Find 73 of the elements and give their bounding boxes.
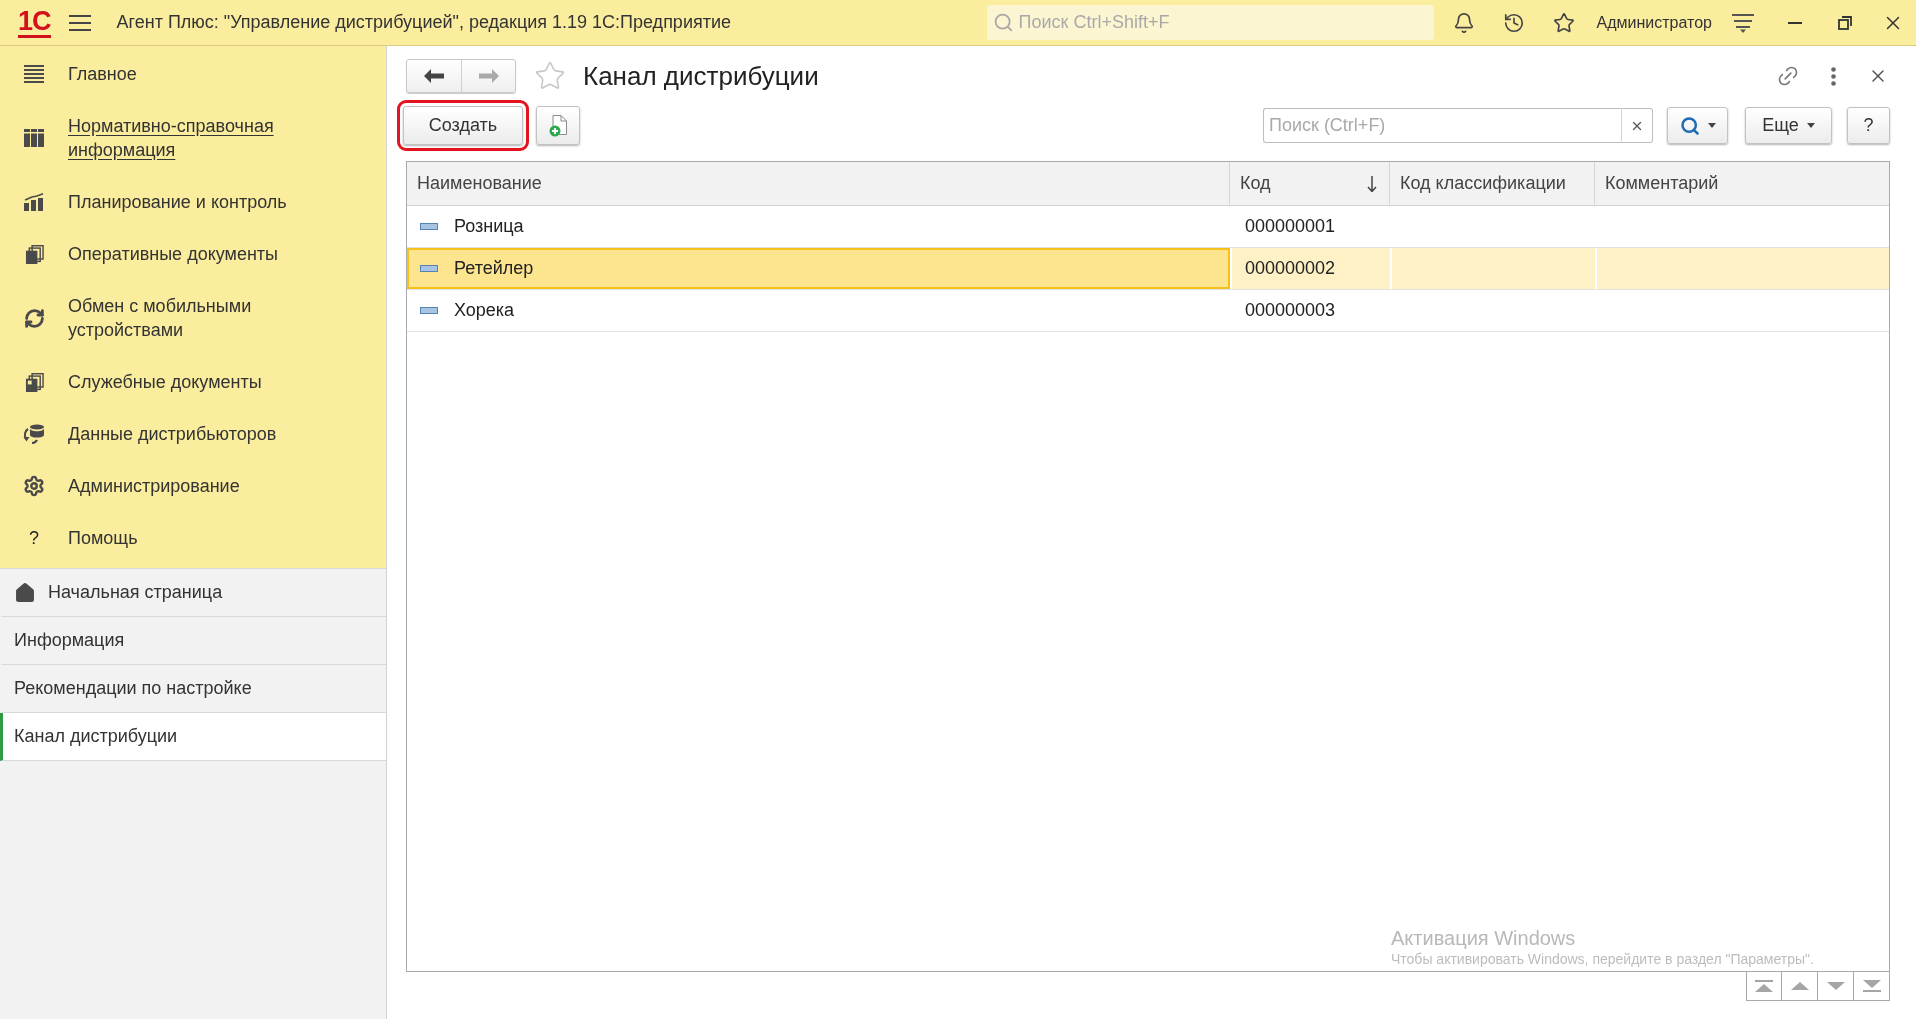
more-button[interactable]: Еще bbox=[1745, 107, 1832, 144]
arrow-right-icon bbox=[478, 69, 499, 83]
columns-icon bbox=[24, 129, 44, 147]
star-icon bbox=[1552, 11, 1575, 34]
section-link[interactable]: Главное bbox=[68, 62, 137, 86]
channel-name: Розница bbox=[454, 215, 524, 238]
section-link[interactable]: Нормативно-справочная информация bbox=[68, 114, 358, 162]
scroll-down-button[interactable] bbox=[1818, 971, 1854, 1001]
table-row[interactable]: Ретейлер 000000002 bbox=[407, 248, 1889, 290]
sort-arrow-icon bbox=[1367, 175, 1377, 192]
channel-name: Хорека bbox=[454, 299, 515, 322]
section-link[interactable]: Оперативные документы bbox=[68, 242, 279, 266]
window-title: Агент Плюс: "Управление дистрибуцией", редакция 1.19 1С:Предприятие bbox=[116, 11, 731, 34]
channel-code: 000000003 bbox=[1245, 299, 1336, 322]
section-link[interactable]: Данные дистрибьюторов bbox=[68, 422, 277, 446]
bell-icon bbox=[1452, 11, 1475, 34]
caret-icon bbox=[1707, 123, 1716, 128]
menu-icon bbox=[68, 14, 91, 31]
column-header[interactable]: Код bbox=[1230, 162, 1390, 205]
minimize-icon bbox=[1788, 21, 1802, 24]
sync-icon bbox=[23, 307, 45, 329]
home-icon bbox=[14, 581, 36, 604]
add-copy-button[interactable] bbox=[536, 106, 580, 145]
documents-icon bbox=[24, 244, 44, 264]
scroll-down-icon bbox=[1826, 980, 1845, 992]
section-link[interactable]: Обмен с мобильными устройствами bbox=[68, 294, 358, 342]
star-icon[interactable] bbox=[534, 60, 566, 92]
create-button[interactable]: Создать bbox=[403, 106, 523, 145]
link-button[interactable] bbox=[1776, 64, 1800, 88]
search-field[interactable]: Поиск (Ctrl+F) bbox=[1263, 108, 1621, 143]
activation-title: Активация Windows bbox=[1391, 926, 1577, 950]
restore-icon bbox=[1838, 15, 1852, 30]
more-vertical-icon bbox=[1830, 66, 1836, 86]
section-link[interactable]: Помощь bbox=[68, 526, 138, 550]
column-header[interactable]: Комментарий bbox=[1595, 162, 1889, 205]
add-document-icon bbox=[549, 114, 567, 137]
settings-icon bbox=[23, 475, 45, 497]
app-logo: 1С bbox=[18, 7, 51, 38]
caret-icon bbox=[1806, 123, 1815, 128]
help-button[interactable]: ? bbox=[1847, 107, 1890, 144]
bar-chart-icon bbox=[24, 193, 44, 211]
list-icon bbox=[24, 65, 44, 83]
user-name[interactable]: Администратор bbox=[1596, 10, 1712, 35]
open-window-tab[interactable]: Канал дистрибуции bbox=[0, 713, 386, 761]
section-link[interactable]: Администрирование bbox=[68, 474, 240, 498]
global-search-field[interactable]: Поиск Ctrl+Shift+F bbox=[986, 5, 1434, 40]
scroll-first-button[interactable] bbox=[1746, 971, 1782, 1001]
scroll-up-icon bbox=[1790, 980, 1809, 992]
help-glyph: ? bbox=[29, 527, 39, 550]
documents-icon bbox=[24, 372, 44, 392]
form-title: Канал дистрибуции bbox=[583, 61, 819, 91]
list-item-icon bbox=[420, 265, 438, 272]
arrow-left-icon bbox=[424, 69, 444, 83]
column-header[interactable]: Код классификации bbox=[1390, 162, 1595, 205]
channel-name: Ретейлер bbox=[454, 257, 534, 280]
search-options-button[interactable] bbox=[1667, 107, 1728, 144]
history-icon bbox=[1502, 11, 1525, 34]
section-link[interactable]: Планирование и контроль bbox=[68, 190, 287, 214]
column-header[interactable]: Наименование bbox=[407, 162, 1230, 205]
search-icon bbox=[992, 12, 1014, 33]
lines-dropdown-icon bbox=[1732, 12, 1754, 33]
channel-code: 000000002 bbox=[1245, 257, 1336, 280]
scroll-last-button[interactable] bbox=[1854, 971, 1890, 1001]
database-sync-icon bbox=[23, 424, 45, 444]
channel-code: 000000001 bbox=[1245, 215, 1336, 238]
list-item-icon bbox=[420, 223, 438, 230]
scroll-first-icon bbox=[1755, 980, 1773, 992]
scroll-last-icon bbox=[1862, 980, 1881, 992]
activation-notice: Чтобы активировать Windows, перейдите в раздел "Параметры". bbox=[1391, 950, 1814, 968]
section-link[interactable]: Служебные документы bbox=[68, 370, 262, 394]
search-icon bbox=[1679, 115, 1700, 136]
list-item-icon bbox=[420, 307, 438, 314]
scroll-up-button[interactable] bbox=[1782, 971, 1818, 1001]
